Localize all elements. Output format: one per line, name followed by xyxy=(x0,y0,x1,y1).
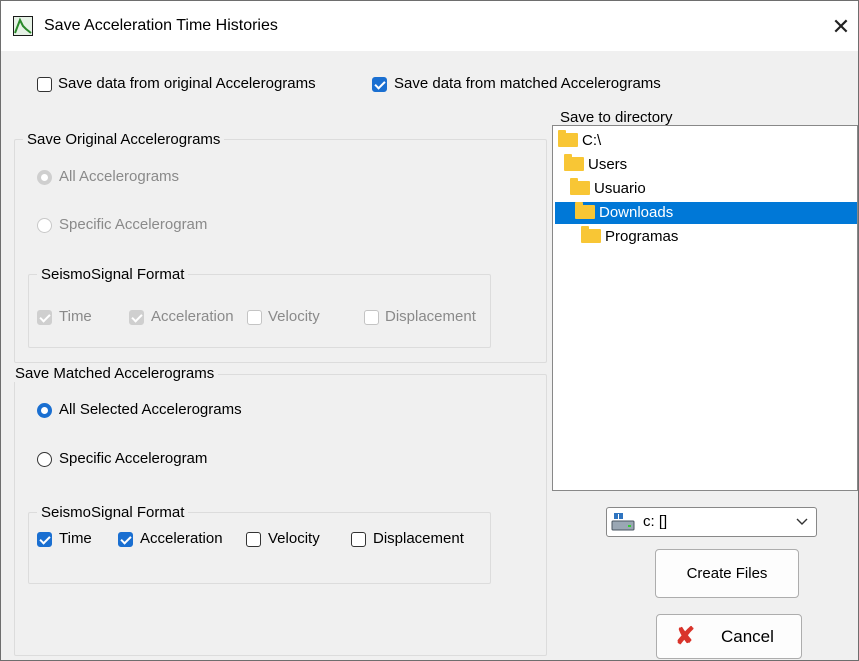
matched-all-label: All Selected Accelerograms xyxy=(59,401,242,418)
cancel-button-label: Cancel xyxy=(721,627,774,646)
matched-velocity-label: Velocity xyxy=(268,530,320,547)
folder-icon xyxy=(564,154,584,171)
folder-open-icon xyxy=(575,202,595,219)
matched-all-radio[interactable] xyxy=(37,403,52,418)
matched-specific-label: Specific Accelerogram xyxy=(59,450,208,467)
original-displacement-label: Displacement xyxy=(385,308,476,325)
original-all-label: All Accelerograms xyxy=(59,168,180,185)
original-velocity-checkbox[interactable] xyxy=(247,310,262,325)
cancel-button[interactable]: ✘ Cancel xyxy=(656,614,802,659)
matched-displacement-checkbox[interactable] xyxy=(351,532,366,547)
app-logo-icon xyxy=(13,16,33,36)
matched-acceleration-label: Acceleration xyxy=(140,530,223,547)
directory-tree[interactable]: C:\ Users Usuario Downloads Programas xyxy=(552,125,858,491)
chevron-down-icon xyxy=(796,518,808,525)
matched-specific-radio[interactable] xyxy=(37,452,52,467)
original-format-title: SeismoSignal Format xyxy=(37,266,189,283)
folder-icon xyxy=(570,178,590,195)
original-group-title: Save Original Accelerograms xyxy=(23,131,225,148)
original-specific-radio[interactable] xyxy=(37,218,52,233)
save-original-label: Save data from original Accelerograms xyxy=(58,75,316,92)
matched-time-label: Time xyxy=(59,530,92,547)
title-bar: Save Acceleration Time Histories ✕ xyxy=(1,1,858,51)
cancel-x-icon: ✘ xyxy=(675,623,696,650)
matched-group-title: Save Matched Accelerograms xyxy=(11,365,219,382)
matched-time-checkbox[interactable] xyxy=(37,532,52,547)
original-specific-label: Specific Accelerogram xyxy=(59,216,208,233)
matched-displacement-label: Displacement xyxy=(373,530,464,547)
tree-item-downloads[interactable]: Downloads xyxy=(555,202,857,224)
tree-item-programas[interactable]: Programas xyxy=(581,226,678,248)
tree-item-users[interactable]: Users xyxy=(564,154,627,176)
original-acceleration-checkbox[interactable] xyxy=(129,310,144,325)
original-displacement-checkbox[interactable] xyxy=(364,310,379,325)
folder-icon xyxy=(581,226,601,243)
original-velocity-label: Velocity xyxy=(268,308,320,325)
window-title: Save Acceleration Time Histories xyxy=(44,17,278,34)
dialog-window: Save Acceleration Time Histories ✕ Save … xyxy=(0,0,859,661)
matched-acceleration-checkbox[interactable] xyxy=(118,532,133,547)
original-acceleration-label: Acceleration xyxy=(151,308,234,325)
drive-icon xyxy=(611,513,635,531)
matched-velocity-checkbox[interactable] xyxy=(246,532,261,547)
matched-format-title: SeismoSignal Format xyxy=(37,504,189,521)
original-time-label: Time xyxy=(59,308,92,325)
original-all-radio[interactable] xyxy=(37,170,52,185)
tree-item-root[interactable]: C:\ xyxy=(558,130,601,152)
tree-item-usuario[interactable]: Usuario xyxy=(570,178,646,200)
close-icon[interactable]: ✕ xyxy=(827,13,855,41)
drive-select-value: c: [] xyxy=(643,513,668,530)
save-original-checkbox[interactable] xyxy=(37,77,52,92)
directory-label: Save to directory xyxy=(560,109,673,126)
drive-select[interactable]: c: [] xyxy=(606,507,817,537)
original-time-checkbox[interactable] xyxy=(37,310,52,325)
create-files-button[interactable]: Create Files xyxy=(655,549,799,598)
save-matched-label: Save data from matched Accelerograms xyxy=(394,75,661,92)
save-matched-checkbox[interactable] xyxy=(372,77,387,92)
matched-format-group xyxy=(28,512,491,584)
folder-icon xyxy=(558,130,578,147)
